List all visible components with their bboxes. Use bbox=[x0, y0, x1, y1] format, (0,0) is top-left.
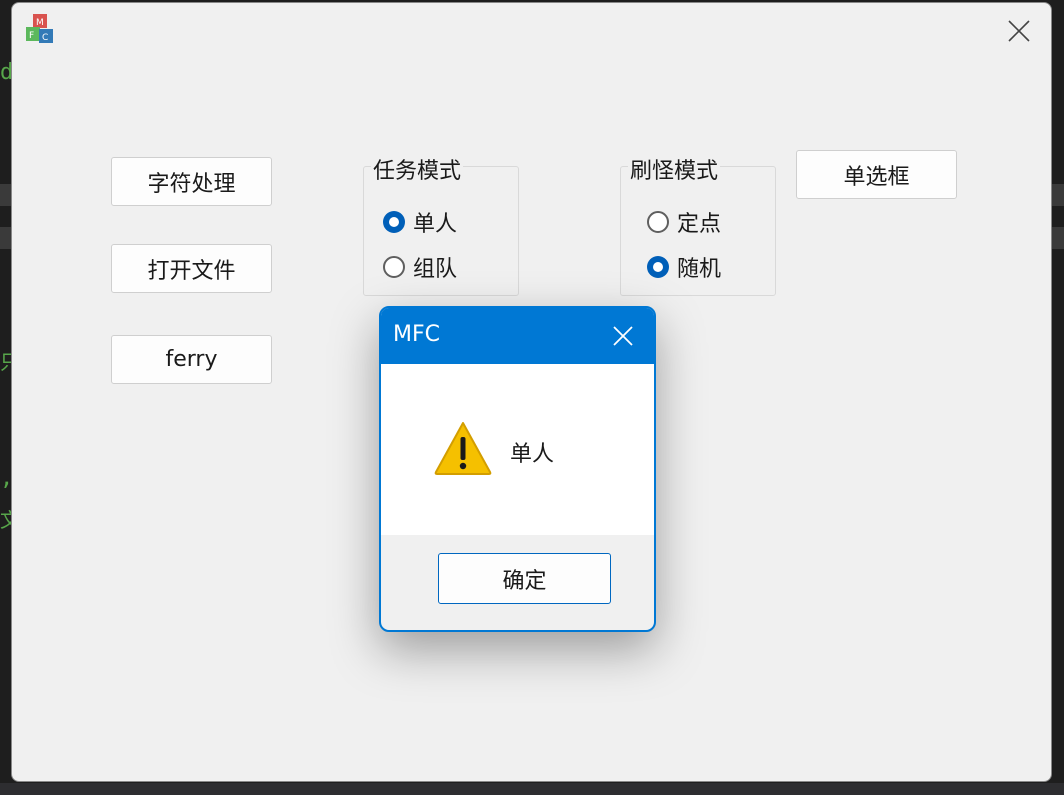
radio-button[interactable] bbox=[383, 256, 405, 278]
warning-icon bbox=[434, 422, 492, 475]
spawn-mode-title: 刷怪模式 bbox=[628, 153, 721, 185]
main-titlebar: M F C bbox=[12, 3, 1051, 59]
radio-button[interactable] bbox=[647, 211, 669, 233]
svg-text:C: C bbox=[42, 33, 48, 43]
radio-label: 定点 bbox=[677, 212, 722, 237]
radio-box-button[interactable]: 单选框 bbox=[796, 150, 957, 199]
radio-button-checked[interactable] bbox=[647, 256, 669, 278]
radio-button-checked[interactable] bbox=[383, 211, 405, 233]
close-icon[interactable] bbox=[612, 325, 634, 347]
editor-bar bbox=[1052, 184, 1064, 206]
message-box-titlebar: MFC bbox=[381, 308, 654, 364]
editor-status-strip bbox=[0, 783, 1064, 795]
radio-label: 随机 bbox=[677, 257, 722, 282]
open-file-button[interactable]: 打开文件 bbox=[111, 244, 272, 293]
ok-button[interactable]: 确定 bbox=[438, 553, 611, 604]
message-box: MFC 单人 确定 bbox=[379, 306, 656, 632]
task-mode-title: 任务模式 bbox=[371, 153, 464, 185]
svg-text:M: M bbox=[36, 18, 44, 28]
char-process-button[interactable]: 字符处理 bbox=[111, 157, 272, 206]
close-icon[interactable] bbox=[1005, 17, 1033, 45]
radio-single[interactable]: 单人 bbox=[383, 206, 457, 238]
editor-bar bbox=[1052, 227, 1064, 249]
radio-team[interactable]: 组队 bbox=[383, 251, 457, 283]
mfc-app-icon: M F C bbox=[26, 14, 53, 43]
svg-text:F: F bbox=[29, 31, 34, 41]
message-text: 单人 bbox=[510, 442, 555, 467]
radio-random[interactable]: 随机 bbox=[647, 251, 721, 283]
message-box-body: 单人 bbox=[381, 364, 654, 535]
message-box-title: MFC bbox=[393, 322, 440, 347]
radio-fixed-point[interactable]: 定点 bbox=[647, 206, 721, 238]
ferry-button[interactable]: ferry bbox=[111, 335, 272, 384]
radio-label: 组队 bbox=[413, 257, 458, 282]
radio-label: 单人 bbox=[413, 212, 458, 237]
